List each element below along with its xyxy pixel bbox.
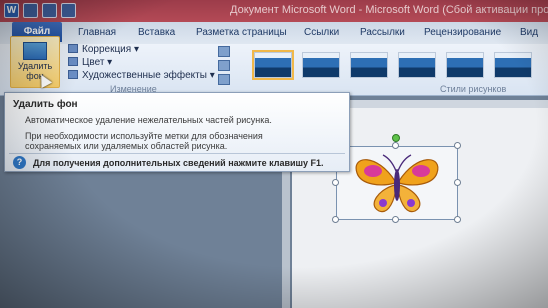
picture-style-6[interactable]	[494, 52, 532, 78]
compress-pictures-icon[interactable]	[218, 46, 230, 57]
quick-access-toolbar: W	[4, 3, 76, 18]
resize-handle-e[interactable]	[454, 179, 461, 186]
artistic-effects-button[interactable]: Художественные эффекты ▾	[68, 70, 215, 81]
color-icon	[68, 57, 78, 66]
remove-background-label: Удалить фон	[17, 61, 53, 81]
reset-picture-icon[interactable]	[218, 74, 230, 85]
tab-insert[interactable]: Вставка	[138, 27, 175, 38]
tab-references[interactable]: Ссылки	[304, 27, 339, 38]
butterfly-icon	[355, 154, 439, 213]
resize-handle-n[interactable]	[392, 142, 399, 149]
remove-background-button[interactable]: Удалить фон	[10, 36, 60, 88]
tooltip-separator	[9, 153, 345, 154]
change-picture-icon[interactable]	[218, 60, 230, 71]
corrections-icon	[68, 44, 78, 53]
remove-background-icon	[23, 42, 47, 60]
window-title: Документ Microsoft Word - Microsoft Word…	[230, 4, 548, 16]
resize-handle-se[interactable]	[454, 216, 461, 223]
artistic-effects-icon	[68, 70, 78, 79]
color-button[interactable]: Цвет ▾	[68, 57, 112, 68]
tab-mailings[interactable]: Рассылки	[360, 27, 405, 38]
undo-icon[interactable]	[42, 3, 57, 18]
picture-style-2[interactable]	[302, 52, 340, 78]
color-label: Цвет ▾	[82, 57, 113, 68]
picture-style-1[interactable]	[252, 50, 294, 80]
title-bar: W Документ Microsoft Word - Microsoft Wo…	[0, 0, 548, 22]
tooltip-hint-line2: сохраняемых или удаляемых областей рисун…	[25, 141, 228, 151]
artistic-effects-label: Художественные эффекты ▾	[82, 70, 215, 81]
remove-background-tooltip: Удалить фон Автоматическое удаление неже…	[4, 92, 350, 172]
tooltip-help-text: Для получения дополнительных сведений на…	[33, 158, 324, 168]
help-icon: ?	[13, 156, 26, 169]
word-app-icon[interactable]: W	[4, 3, 19, 18]
corrections-label: Коррекция ▾	[82, 44, 139, 55]
tooltip-hint-line1: При необходимости используйте метки для …	[25, 131, 263, 141]
redo-icon[interactable]	[61, 3, 76, 18]
resize-handle-w[interactable]	[332, 179, 339, 186]
tooltip-description: Автоматическое удаление нежелательных ча…	[25, 115, 272, 125]
resize-handle-sw[interactable]	[332, 216, 339, 223]
tooltip-title: Удалить фон	[13, 99, 78, 110]
screen: W Документ Microsoft Word - Microsoft Wo…	[0, 0, 548, 308]
picture-style-4[interactable]	[398, 52, 436, 78]
resize-handle-ne[interactable]	[454, 142, 461, 149]
save-icon[interactable]	[23, 3, 38, 18]
resize-handle-s[interactable]	[392, 216, 399, 223]
picture-style-5[interactable]	[446, 52, 484, 78]
tab-home[interactable]: Главная	[78, 27, 116, 38]
tab-review[interactable]: Рецензирование	[424, 27, 501, 38]
picture-styles-group-label: Стили рисунков	[440, 84, 507, 94]
picture-style-3[interactable]	[350, 52, 388, 78]
tab-view[interactable]: Вид	[520, 27, 538, 38]
corrections-button[interactable]: Коррекция ▾	[68, 44, 139, 55]
butterfly-picture[interactable]	[336, 146, 458, 220]
tab-page-layout[interactable]: Разметка страницы	[196, 27, 287, 38]
rotation-handle[interactable]	[392, 134, 400, 142]
